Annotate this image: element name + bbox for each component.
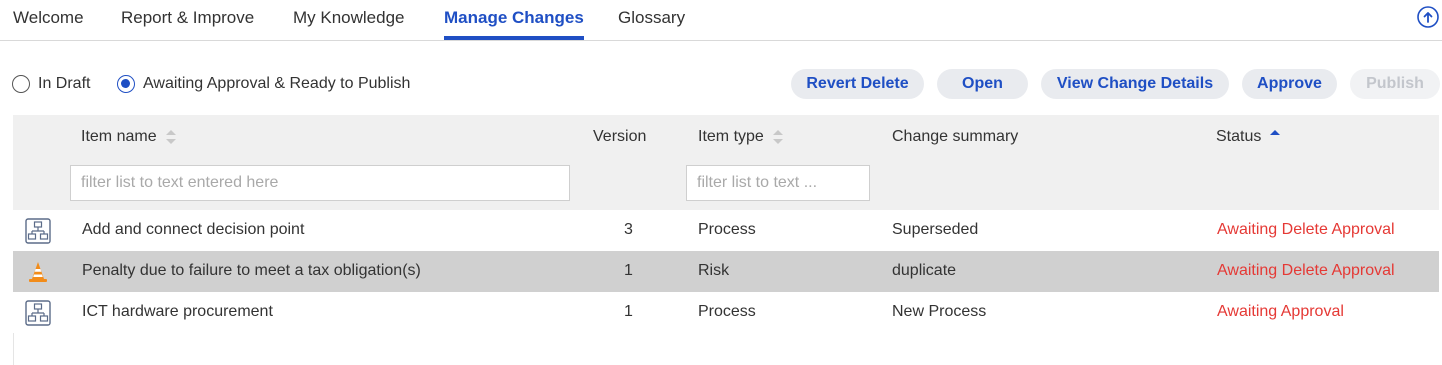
- process-icon: [25, 300, 51, 326]
- column-header-version[interactable]: Version: [593, 128, 646, 146]
- version-cell: 3: [624, 221, 633, 238]
- item-type-cell: Process: [698, 303, 756, 320]
- column-header-change-summary-label: Change summary: [892, 128, 1019, 145]
- column-header-change-summary[interactable]: Change summary: [892, 128, 1018, 146]
- table-row[interactable]: Add and connect decision point 3 Process…: [13, 210, 1439, 251]
- item-type-cell: Risk: [698, 262, 730, 279]
- item-type-cell: Process: [698, 221, 756, 238]
- column-header-item-name[interactable]: Item name: [81, 128, 177, 146]
- risk-cone-icon: [29, 262, 47, 282]
- item-name-filter-input[interactable]: [70, 165, 570, 201]
- table-header: Item name Version Item type Change summa…: [13, 115, 1439, 210]
- upload-icon[interactable]: [1416, 5, 1440, 29]
- change-summary-cell: New Process: [892, 303, 987, 320]
- change-summary-cell: Superseded: [892, 221, 979, 238]
- sort-icon[interactable]: [772, 128, 784, 146]
- radio-awaiting-approval-label: Awaiting Approval & Ready to Publish: [143, 75, 411, 92]
- process-icon: [25, 218, 51, 244]
- active-tab-indicator: [444, 36, 584, 40]
- radio-in-draft[interactable]: In Draft: [12, 73, 90, 95]
- revert-delete-button[interactable]: Revert Delete: [791, 69, 924, 99]
- item-type-filter-input[interactable]: [686, 165, 870, 201]
- tab-my-knowledge[interactable]: My Knowledge: [293, 8, 405, 28]
- table-row[interactable]: Penalty due to failure to meet a tax obl…: [13, 251, 1439, 292]
- approve-button[interactable]: Approve: [1242, 69, 1337, 99]
- column-header-item-type[interactable]: Item type: [698, 128, 784, 146]
- table-border: [13, 333, 14, 365]
- tab-report-improve[interactable]: Report & Improve: [121, 8, 254, 28]
- tab-glossary[interactable]: Glossary: [618, 8, 685, 28]
- sort-icon[interactable]: [165, 128, 177, 146]
- item-name-cell: Penalty due to failure to meet a tax obl…: [82, 262, 421, 279]
- column-header-status-label: Status: [1216, 128, 1262, 145]
- radio-awaiting-approval[interactable]: Awaiting Approval & Ready to Publish: [117, 73, 410, 95]
- change-summary-cell: duplicate: [892, 262, 957, 279]
- status-cell: Awaiting Approval: [1217, 303, 1344, 320]
- table-row[interactable]: ICT hardware procurement 1 Process New P…: [13, 292, 1439, 333]
- status-cell: Awaiting Delete Approval: [1217, 262, 1395, 279]
- item-name-cell: ICT hardware procurement: [82, 303, 273, 320]
- view-change-details-button[interactable]: View Change Details: [1041, 69, 1229, 99]
- column-header-item-type-label: Item type: [698, 128, 764, 145]
- tab-manage-changes[interactable]: Manage Changes: [444, 8, 584, 28]
- radio-awaiting-approval-circle[interactable]: [117, 75, 135, 93]
- tab-welcome[interactable]: Welcome: [13, 8, 84, 28]
- sort-ascending-icon[interactable]: [1269, 128, 1281, 146]
- version-cell: 1: [624, 262, 633, 279]
- status-cell: Awaiting Delete Approval: [1217, 221, 1395, 238]
- open-button[interactable]: Open: [937, 69, 1028, 99]
- publish-button: Publish: [1350, 69, 1440, 99]
- column-header-item-name-label: Item name: [81, 128, 157, 145]
- column-header-version-label: Version: [593, 128, 647, 145]
- radio-in-draft-circle[interactable]: [12, 75, 30, 93]
- item-name-cell: Add and connect decision point: [82, 221, 305, 238]
- tab-bar: Welcome Report & Improve My Knowledge Ma…: [0, 0, 1442, 41]
- column-header-status[interactable]: Status: [1216, 128, 1281, 146]
- radio-in-draft-label: In Draft: [38, 75, 91, 92]
- version-cell: 1: [624, 303, 633, 320]
